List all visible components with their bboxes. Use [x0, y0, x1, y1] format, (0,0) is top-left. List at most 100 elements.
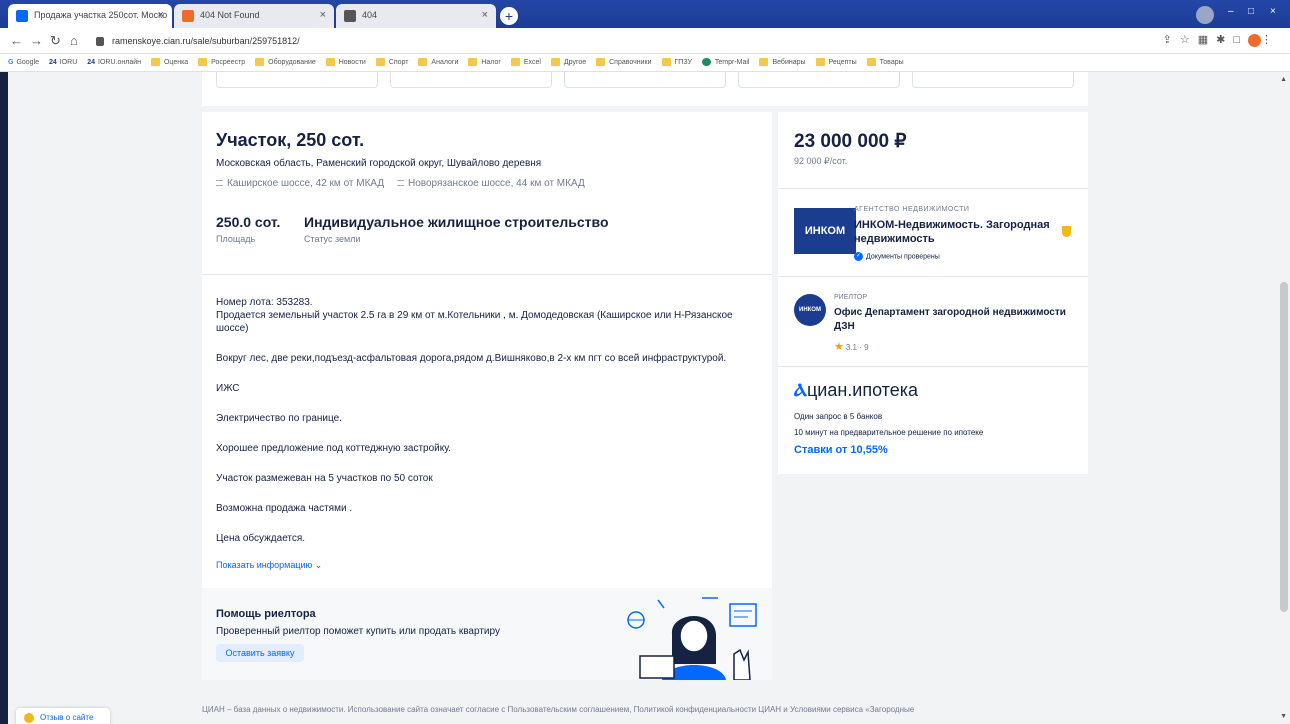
tab-404-not-found[interactable]: 404 Not Found × — [174, 4, 334, 28]
description-paragraph: Электричество по границе. — [216, 413, 342, 424]
new-tab-button[interactable]: + — [500, 7, 518, 25]
listing-address[interactable]: Московская область, Раменский городской … — [216, 158, 541, 169]
top-card[interactable] — [564, 72, 726, 88]
top-cards-strip — [202, 72, 1088, 106]
realtor-rating[interactable]: ★ 3.1 · 9 — [834, 340, 869, 353]
scrollbar[interactable]: ▲ ▼ — [1278, 72, 1290, 724]
description-paragraph: Вокруг лес, две реки,подъезд-асфальтовая… — [216, 353, 727, 364]
bookmark-folder[interactable]: ГПЗУ — [661, 54, 692, 71]
sidebar-icon[interactable]: □ — [1233, 34, 1248, 46]
realtor-kind: РИЕЛТОР — [834, 294, 868, 301]
bookmark-folder[interactable]: Спорт — [375, 54, 408, 71]
star-icon[interactable]: ☆ — [1180, 34, 1198, 46]
scroll-thumb[interactable] — [1280, 282, 1288, 612]
address-bar: ← → ↻ ⌂ ramenskoye.cian.ru/sale/suburban… — [0, 28, 1290, 54]
scroll-down-arrow-icon[interactable]: ▼ — [1280, 713, 1287, 720]
folder-icon — [510, 58, 520, 67]
price-sidebar: 23 000 000 ₽ 92 000 ₽/сот. ИНКОМ АГЕНТСТ… — [778, 112, 1088, 474]
reload-icon[interactable]: ↻ — [50, 33, 61, 49]
description-paragraph: Участок размежеван на 5 участков по 50 с… — [216, 473, 433, 484]
highway-kashirskoe[interactable]: Каширское шоссе, 42 км от МКАД — [227, 178, 384, 189]
top-card[interactable] — [390, 72, 552, 88]
browser-tab-bar: Продажа участка 250сот. Моско × 404 Not … — [0, 0, 1290, 28]
bookmark-folder[interactable]: Налог — [468, 54, 501, 71]
show-more-link[interactable]: Показать информацию ⌄ — [216, 560, 322, 571]
divider — [778, 188, 1088, 189]
google-icon: G — [8, 59, 14, 66]
highway-icon — [397, 180, 404, 187]
mortgage-rate-link[interactable]: Ставки от 10,55% — [794, 444, 888, 456]
realtor-name[interactable]: Офис Департамент загородной недвижимости… — [834, 306, 1074, 334]
leave-request-button[interactable]: Оставить заявку — [216, 644, 304, 662]
minimize-button[interactable]: – — [1228, 6, 1234, 17]
globe-favicon-icon — [344, 10, 356, 22]
bookmark-ioru[interactable]: 24 IORU — [49, 54, 77, 71]
feedback-icon — [24, 713, 34, 723]
land-status-label: Статус земли — [304, 234, 361, 244]
description-paragraph: ИЖС — [216, 383, 240, 394]
top-card[interactable] — [738, 72, 900, 88]
forward-arrow-icon[interactable]: → — [30, 33, 43, 48]
share-icon[interactable]: ⇪ — [1163, 34, 1180, 46]
tab-title: Продажа участка 250сот. Моско — [34, 10, 168, 20]
close-window-button[interactable]: × — [1270, 6, 1276, 17]
mortgage-logo-text: циан.ипотека — [806, 380, 919, 400]
bookmark-folder[interactable]: Вебинары — [759, 54, 806, 71]
feedback-button[interactable]: Отзыв о сайте — [16, 708, 110, 724]
realtor-help-banner: Помощь риелтора Проверенный риелтор помо… — [202, 588, 772, 680]
agency-logo[interactable]: ИНКОМ — [794, 208, 856, 254]
divider — [778, 276, 1088, 277]
profile-avatar-icon[interactable] — [1196, 6, 1214, 24]
agency-name[interactable]: ИНКОМ-Недвижимость. Загородная недвижимо… — [854, 218, 1064, 246]
extensions-toolbar: ⇪☆▦✱□ ⋮ — [1163, 33, 1280, 47]
top-card[interactable] — [216, 72, 378, 88]
bookmark-google[interactable]: G Google — [8, 54, 39, 71]
bookmark-temp-mail[interactable]: Tempr-Mail — [701, 54, 750, 71]
cian-favicon-icon — [16, 10, 28, 22]
bookmark-folder[interactable]: Другое — [550, 54, 586, 71]
bookmark-folder[interactable]: Справочники — [596, 54, 652, 71]
puzzle-icon[interactable]: ✱ — [1216, 34, 1233, 46]
menu-icon[interactable]: ⋮ — [1261, 34, 1280, 46]
listing-card: Участок, 250 сот. Московская область, Ра… — [202, 112, 772, 680]
extension-icon[interactable]: ▦ — [1198, 34, 1216, 46]
bookmark-folder[interactable]: Оборудование — [255, 54, 316, 71]
bookmark-folder[interactable]: Рецепты — [815, 54, 857, 71]
home-icon[interactable]: ⌂ — [70, 33, 78, 48]
mortgage-line: Один запрос в 5 банков — [794, 412, 883, 421]
tab-listing[interactable]: Продажа участка 250сот. Моско × — [8, 4, 172, 28]
close-icon[interactable]: × — [320, 9, 326, 21]
folder-icon — [759, 58, 769, 67]
star-icon: ★ — [834, 341, 844, 353]
area-value: 250.0 сот. — [216, 214, 281, 230]
listing-title: Участок, 250 сот. — [216, 130, 365, 150]
cian-mortgage-logo[interactable]: Ⲁциан.ипотека — [794, 380, 918, 401]
listing-description: Номер лота: 353283. Продается земельный … — [216, 296, 746, 562]
highways: Каширское шоссе, 42 км от МКАД Новорязан… — [216, 178, 585, 189]
scroll-up-arrow-icon[interactable]: ▲ — [1280, 76, 1287, 83]
folder-icon — [255, 58, 265, 67]
back-arrow-icon[interactable]: ← — [10, 33, 23, 48]
bookmark-folder[interactable]: Excel — [510, 54, 541, 71]
url-field[interactable]: ramenskoye.cian.ru/sale/suburban/2597518… — [96, 32, 300, 50]
close-icon[interactable]: × — [158, 9, 164, 21]
check-icon: ✓ — [854, 252, 863, 261]
price: 23 000 000 ₽ — [794, 131, 907, 152]
bookmarks-bar: G Google 24 IORU 24 IORU.онлайн Оценка Роср… — [0, 54, 1290, 72]
url-text: ramenskoye.cian.ru/sale/suburban/2597518… — [112, 36, 300, 46]
highway-novoryazanskoe[interactable]: Новорязанское шоссе, 44 км от МКАД — [408, 178, 585, 189]
bookmark-ioru-online[interactable]: 24 IORU.онлайн — [87, 54, 141, 71]
tab-404[interactable]: 404 × — [336, 4, 496, 28]
realtor-avatar[interactable]: ИНКОМ — [794, 294, 826, 326]
bookmark-folder[interactable]: Аналоги — [418, 54, 458, 71]
bookmark-folder[interactable]: Оценка — [150, 54, 188, 71]
description-paragraph: Цена обсуждается. — [216, 533, 306, 544]
top-card[interactable] — [912, 72, 1074, 88]
user-avatar-icon[interactable] — [1248, 33, 1261, 47]
bookmark-folder[interactable]: Новости — [325, 54, 366, 71]
maximize-button[interactable]: □ — [1248, 6, 1254, 17]
bookmark-folder[interactable]: Росреестр — [198, 54, 245, 71]
ioru-icon: 24 — [87, 59, 96, 66]
close-icon[interactable]: × — [482, 9, 488, 21]
bookmark-folder[interactable]: Товары — [866, 54, 904, 71]
